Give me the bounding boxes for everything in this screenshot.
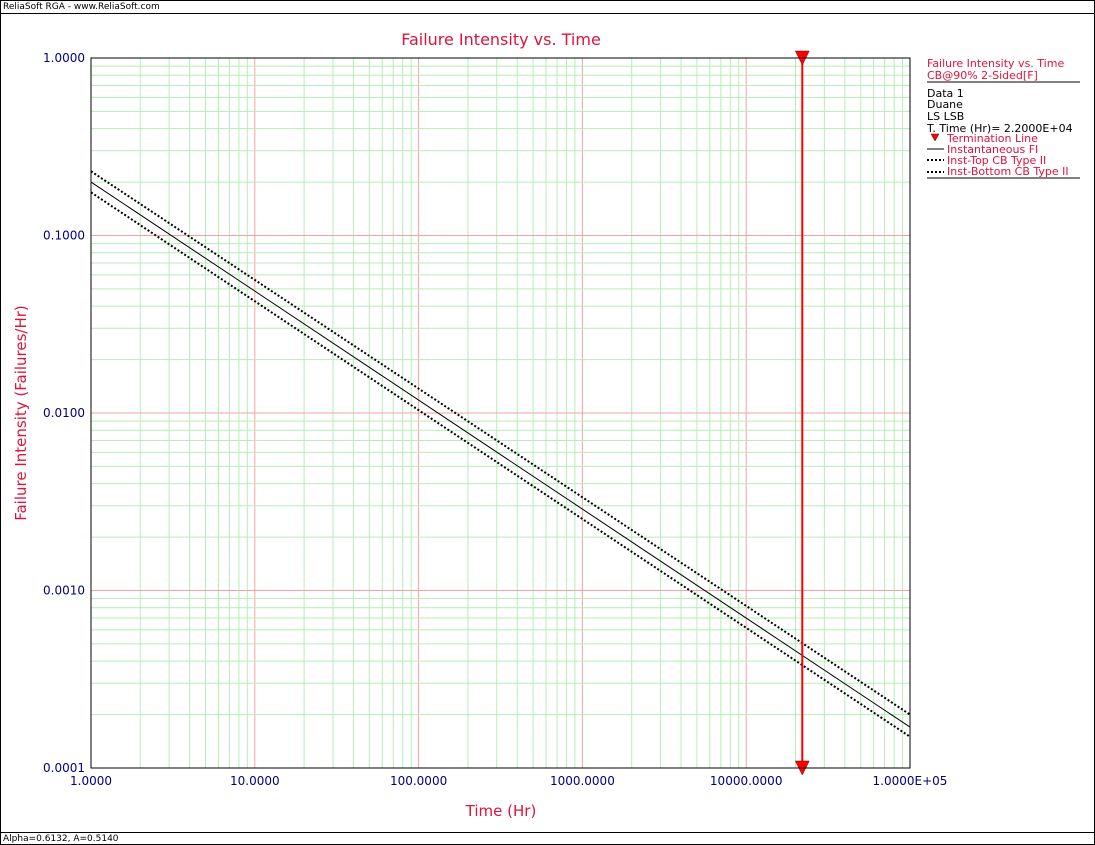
x-tick-label: 1.0000E+05 (873, 774, 948, 788)
x-tick-label: 1000.0000 (550, 774, 615, 788)
legend: Failure Intensity vs. Time CB@90% 2-Side… (926, 57, 1080, 179)
chart-canvas: 1.0000 10.0000 100.0000 1000.0000 10000.0000… (12, 30, 1080, 820)
chart-title: Failure Intensity vs. Time (401, 30, 601, 49)
y-tick-label: 0.0010 (43, 584, 85, 598)
y-tick-label: 1.0000 (43, 51, 85, 65)
x-tick-label: 10.0000 (230, 774, 280, 788)
tick-labels: 1.0000 10.0000 100.0000 1000.0000 10000.0000… (43, 51, 947, 788)
legend-entry-bottom-cb: Inst-Bottom CB Type II (947, 165, 1069, 178)
series-group (90, 170, 911, 738)
y-tick-label: 0.1000 (43, 229, 85, 243)
legend-subtitle: CB@90% 2-Sided[F] (927, 69, 1038, 82)
y-tick-label: 0.0100 (43, 406, 85, 420)
legend-termination-marker (930, 133, 940, 142)
series-line-2 (90, 191, 911, 738)
y-axis-label: Failure Intensity (Failures/Hr) (12, 305, 30, 521)
x-axis-label: Time (Hr) (465, 802, 537, 820)
x-tick-label: 100.0000 (390, 774, 447, 788)
x-tick-label: 10000.0000 (710, 774, 783, 788)
grid (91, 58, 910, 768)
x-tick-label: 1.0000 (70, 774, 112, 788)
series-line-0 (90, 181, 911, 728)
y-tick-label: 0.0001 (43, 761, 85, 775)
